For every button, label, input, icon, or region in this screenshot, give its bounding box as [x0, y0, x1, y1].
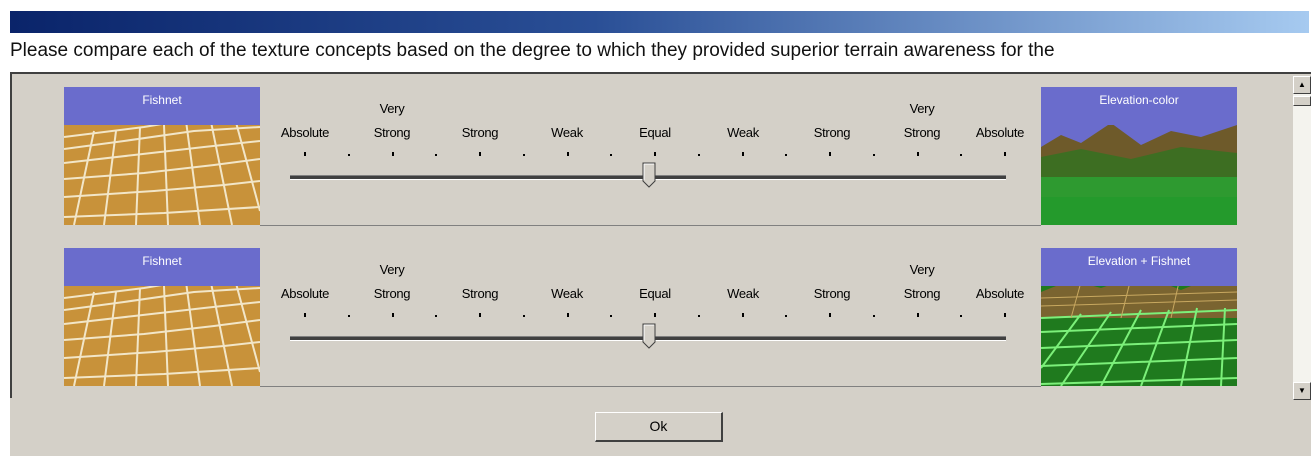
right-concept-label: Elevation-color [1041, 87, 1237, 125]
slider-tick [785, 154, 788, 156]
scroll-down-button[interactable]: ▼ [1293, 382, 1311, 400]
slider-tick [435, 315, 438, 317]
scale-label-very-left: Very [379, 101, 405, 116]
slider-tick [304, 313, 306, 317]
scale-label: Equal [639, 125, 671, 140]
slider-tick [304, 152, 306, 156]
scale-label: Strong [373, 125, 411, 140]
scale-label: Strong [461, 286, 499, 301]
slider-tick [872, 315, 875, 317]
comparison-scroll-area: Fishnet Very Very Absolute Strong Strong… [10, 72, 1311, 400]
comparison-scale: Very Very Absolute Strong Strong Weak Eq… [260, 248, 1041, 387]
slider-tick [960, 154, 963, 156]
comparison-dialog: Fishnet Very Very Absolute Strong Strong… [10, 72, 1311, 456]
slider-tick [391, 313, 394, 317]
scale-label: Strong [461, 125, 499, 140]
left-concept-label: Fishnet [64, 248, 260, 286]
elevation-color-image: Elevation-color [1041, 87, 1237, 225]
scale-label: Equal [639, 286, 671, 301]
slider-thumb[interactable] [642, 162, 656, 188]
scroll-thumb[interactable] [1293, 96, 1311, 106]
slider-tick [610, 154, 613, 156]
slider-tick [829, 313, 831, 317]
slider-tick [960, 315, 963, 317]
slider-tick [435, 154, 438, 156]
question-text: Please compare each of the texture conce… [10, 40, 1055, 61]
scale-label: Absolute [280, 286, 330, 301]
slider-tick [522, 154, 525, 156]
slider-tick [654, 313, 656, 317]
scale-label-very-right: Very [909, 101, 935, 116]
scale-label: Strong [813, 286, 851, 301]
scale-label-very-left: Very [379, 262, 405, 277]
slider-tick [916, 313, 919, 317]
slider-tick [916, 152, 919, 156]
scale-label: Absolute [280, 125, 330, 140]
slider-tick [610, 315, 613, 317]
slider-tick [566, 152, 569, 156]
slider-tick [829, 152, 831, 156]
slider-tick [872, 154, 875, 156]
scale-label: Absolute [975, 286, 1025, 301]
slider-tick [391, 152, 394, 156]
slider-tick [347, 315, 350, 317]
slider-tick [479, 152, 481, 156]
slider-tick [741, 152, 744, 156]
comparison-row-1: Fishnet Very Very Absolute Strong Strong… [64, 87, 1291, 226]
scale-label: Weak [727, 125, 759, 140]
fishnet-image: Fishnet [64, 87, 260, 225]
slider-tick [697, 315, 700, 317]
scale-label: Absolute [975, 125, 1025, 140]
scale-label: Weak [727, 286, 759, 301]
scale-label: Strong [903, 125, 941, 140]
slider-tick [566, 313, 569, 317]
elevation-fishnet-image: Elevation + Fishnet [1041, 248, 1237, 386]
slider-thumb[interactable] [642, 323, 656, 349]
slider-tick [697, 154, 700, 156]
slider-tick [785, 315, 788, 317]
slider-tick [347, 154, 350, 156]
comparison-scale: Very Very Absolute Strong Strong Weak Eq… [260, 87, 1041, 226]
ok-button[interactable]: Ok [595, 412, 723, 442]
scroll-up-button[interactable]: ▲ [1293, 76, 1311, 94]
scale-label: Weak [551, 125, 583, 140]
vertical-scrollbar[interactable]: ▲ ▼ [1293, 76, 1311, 400]
fishnet-image: Fishnet [64, 248, 260, 386]
scale-label: Weak [551, 286, 583, 301]
title-bar [10, 11, 1309, 33]
right-concept-label: Elevation + Fishnet [1041, 248, 1237, 286]
slider-tick [741, 313, 744, 317]
scale-label: Strong [373, 286, 411, 301]
scale-label: Strong [903, 286, 941, 301]
scale-label-very-right: Very [909, 262, 935, 277]
slider-tick [522, 315, 525, 317]
slider-tick [479, 313, 481, 317]
left-concept-label: Fishnet [64, 87, 260, 125]
scale-label: Strong [813, 125, 851, 140]
slider-tick [1004, 313, 1006, 317]
slider-tick [1004, 152, 1006, 156]
comparison-row-2: Fishnet Very Very Absolute Strong Strong… [64, 248, 1291, 387]
slider-tick [654, 152, 656, 156]
